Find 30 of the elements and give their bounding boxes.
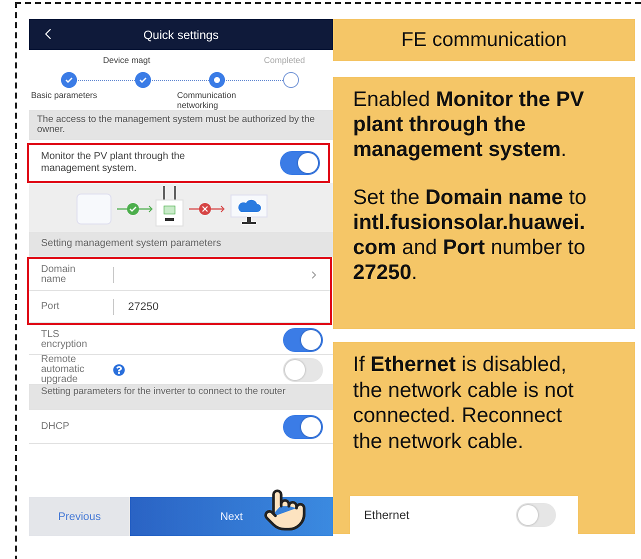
toggle-switch[interactable] [283,414,323,438]
previous-button[interactable]: Previous [29,497,130,536]
callout-title: FE communication [333,19,635,61]
instruction-text: Enabled Monitor the PV plant through the management system. [353,87,586,162]
step-label: Communication networking [177,90,238,110]
section-header: Setting management system parameters [29,232,333,257]
instruction-text: If Ethernet is disabled, the network cable is not connected. Reconnect the network cable. [353,352,575,454]
toggle-switch[interactable] [283,328,323,352]
screen-title: Quick settings [143,28,219,42]
row-label: TLS encryption [41,330,88,350]
section-header: Setting parameters for the inverter to connect to the router [29,385,333,410]
row-label: DHCP [41,422,70,432]
port-field[interactable]: 27250 [128,300,320,312]
row-label: Domain name [41,264,76,284]
step-label: Completed [264,55,305,65]
toggle-switch[interactable] [516,503,556,527]
row-label: Remote automatic upgrade [41,354,86,384]
toggle-switch[interactable] [280,151,320,175]
row-label: Ethernet [364,508,410,522]
help-icon[interactable] [113,364,125,376]
step-label: Device magt [103,55,150,65]
row-label: Monitor the PV plant through the management system. [41,151,186,175]
toggle-switch[interactable] [283,358,323,382]
settings-row[interactable]: Remote automatic upgrade [29,355,333,385]
instruction-text: Set the Domain name to intl.fusionsolar.huawei.com and Port number to 27250. [353,185,588,285]
row-label: Port [41,302,60,312]
settings-row[interactable]: TLS encryption [29,325,333,355]
notice-text: The access to the management system must be authorized by the owner. [29,110,333,140]
step-label: Basic parameters [31,90,98,100]
hand-pointer-icon [262,487,308,533]
